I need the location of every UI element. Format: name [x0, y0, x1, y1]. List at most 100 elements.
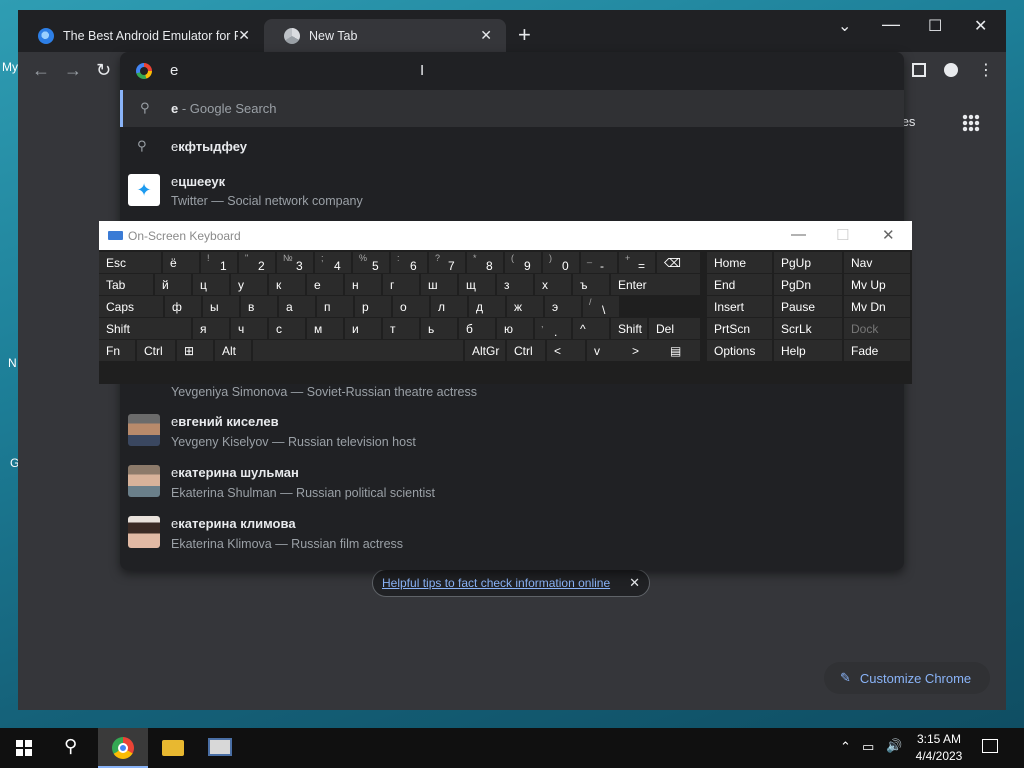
- osk-key[interactable]: ^: [573, 318, 609, 339]
- osk-title-bar[interactable]: On-Screen Keyboard — ☐ ✕: [99, 221, 912, 250]
- suggestion-entity[interactable]: екатерина шульман Ekaterina Shulman — Ru…: [120, 456, 904, 507]
- osk-nav-key[interactable]: PrtScn: [707, 318, 772, 339]
- osk-key[interactable]: щ: [459, 274, 495, 295]
- chip-close-icon[interactable]: ✕: [629, 575, 640, 591]
- osk-key[interactable]: ,.: [535, 318, 571, 339]
- osk-nav-key[interactable]: Help: [774, 340, 842, 361]
- suggestion-entity[interactable]: евгений киселев Yevgeny Kiselyov — Russi…: [120, 405, 904, 456]
- osk-key[interactable]: з: [497, 274, 533, 295]
- volume-icon[interactable]: 🔊: [886, 738, 902, 754]
- osk-nav-key[interactable]: Mv Dn: [844, 296, 910, 317]
- osk-key[interactable]: Shift: [611, 318, 647, 339]
- new-tab-button[interactable]: +: [518, 24, 531, 46]
- osk-nav-key[interactable]: Insert: [707, 296, 772, 317]
- osk-key[interactable]: с: [269, 318, 305, 339]
- osk-key[interactable]: ы: [203, 296, 239, 317]
- osk-key[interactable]: я: [193, 318, 229, 339]
- osk-nav-key[interactable]: PgUp: [774, 252, 842, 273]
- osk-key[interactable]: ? 7: [429, 252, 465, 273]
- osk-key[interactable]: ) 0: [543, 252, 579, 273]
- osk-key[interactable]: ю: [497, 318, 533, 339]
- tab-new-tab[interactable]: New Tab ✕: [264, 19, 506, 52]
- osk-key[interactable]: е: [307, 274, 343, 295]
- osk-key[interactable]: [253, 340, 463, 361]
- osk-key[interactable]: н: [345, 274, 381, 295]
- osk-key[interactable]: + =: [619, 252, 655, 273]
- osk-close-button[interactable]: ✕: [882, 226, 895, 244]
- osk-nav-key[interactable]: Pause: [774, 296, 842, 317]
- chevron-up-icon[interactable]: ⌃: [840, 739, 851, 755]
- fact-check-link[interactable]: Helpful tips to fact check information o…: [382, 576, 610, 590]
- osk-key[interactable]: ; 4: [315, 252, 351, 273]
- file-explorer-icon[interactable]: [162, 740, 184, 756]
- osk-key[interactable]: г: [383, 274, 419, 295]
- osk-key[interactable]: Del: [649, 318, 700, 339]
- desktop-icon-label[interactable]: My: [2, 60, 18, 74]
- osk-key[interactable]: б: [459, 318, 495, 339]
- osk-key[interactable]: Ctrl: [137, 340, 175, 361]
- osk-key[interactable]: <: [547, 340, 585, 361]
- osk-key[interactable]: х: [535, 274, 571, 295]
- osk-key[interactable]: Ctrl: [507, 340, 545, 361]
- osk-key[interactable]: ч: [231, 318, 267, 339]
- search-icon[interactable]: ⚲: [64, 736, 77, 757]
- osk-key[interactable]: ⌫: [657, 252, 700, 273]
- osk-key[interactable]: Fn: [99, 340, 135, 361]
- windows-start-icon[interactable]: [16, 740, 32, 756]
- osk-nav-key[interactable]: PgDn: [774, 274, 842, 295]
- osk-key[interactable]: а: [279, 296, 315, 317]
- osk-key[interactable]: о: [393, 296, 429, 317]
- osk-key[interactable]: ! 1: [201, 252, 237, 273]
- suggestion-entity[interactable]: екатерина климова Ekaterina Klimova — Ru…: [120, 507, 904, 558]
- osk-key[interactable]: в: [241, 296, 277, 317]
- osk-key[interactable]: % 5: [353, 252, 389, 273]
- osk-key[interactable]: ш: [421, 274, 457, 295]
- osk-nav-key[interactable]: Options: [707, 340, 772, 361]
- osk-maximize-button[interactable]: ☐: [836, 226, 849, 244]
- osk-nav-key[interactable]: ScrLk: [774, 318, 842, 339]
- osk-key[interactable]: т: [383, 318, 419, 339]
- osk-key[interactable]: Esc: [99, 252, 161, 273]
- tab-close-icon[interactable]: ✕: [238, 27, 250, 44]
- osk-key[interactable]: Shift: [99, 318, 191, 339]
- osk-nav-key[interactable]: Fade: [844, 340, 910, 361]
- osk-key[interactable]: п: [317, 296, 353, 317]
- osk-key[interactable]: у: [231, 274, 267, 295]
- back-button[interactable]: ←: [32, 61, 50, 79]
- osk-nav-key[interactable]: Mv Up: [844, 274, 910, 295]
- osk-key[interactable]: м: [307, 318, 343, 339]
- osk-key[interactable]: ь: [421, 318, 457, 339]
- notifications-icon[interactable]: [982, 739, 998, 753]
- osk-key[interactable]: к: [269, 274, 305, 295]
- osk-key[interactable]: л: [431, 296, 467, 317]
- osk-key[interactable]: ⊞: [177, 340, 213, 361]
- osk-key[interactable]: " 2: [239, 252, 275, 273]
- osk-key[interactable]: ё: [163, 252, 199, 273]
- reload-button[interactable]: ↻: [96, 61, 111, 79]
- osk-key[interactable]: * 8: [467, 252, 503, 273]
- desktop-icon-label[interactable]: N: [8, 356, 17, 370]
- maximize-button[interactable]: ☐: [928, 16, 942, 36]
- taskbar-chrome-button[interactable]: [98, 728, 148, 768]
- osk-key[interactable]: й: [155, 274, 191, 295]
- osk-nav-key[interactable]: Dock: [844, 318, 910, 339]
- osk-key[interactable]: (9: [505, 252, 541, 273]
- osk-key[interactable]: р: [355, 296, 391, 317]
- osk-key[interactable]: ъ: [573, 274, 609, 295]
- osk-key[interactable]: и: [345, 318, 381, 339]
- suggestion-query[interactable]: ⚲ екфтыдфеу: [120, 127, 904, 165]
- osk-nav-key[interactable]: Nav: [844, 252, 910, 273]
- suggestion-entity[interactable]: ✦ ецшееук Twitter — Social network compa…: [120, 165, 904, 215]
- osk-key[interactable]: _ -: [581, 252, 617, 273]
- osk-nav-key[interactable]: Home: [707, 252, 772, 273]
- close-window-button[interactable]: ✕: [974, 16, 987, 36]
- osk-key[interactable]: ж: [507, 296, 543, 317]
- suggestion-google-search[interactable]: ⚲ e - Google Search: [120, 90, 904, 127]
- menu-icon[interactable]: ⋮: [978, 60, 994, 80]
- apps-icon[interactable]: [962, 114, 980, 132]
- side-panel-icon[interactable]: [912, 63, 926, 77]
- tab-bluestacks[interactable]: The Best Android Emulator for PC ✕: [18, 19, 264, 52]
- forward-button[interactable]: →: [64, 61, 82, 79]
- tab-search-icon[interactable]: ⌄: [838, 16, 851, 36]
- osk-nav-key[interactable]: End: [707, 274, 772, 295]
